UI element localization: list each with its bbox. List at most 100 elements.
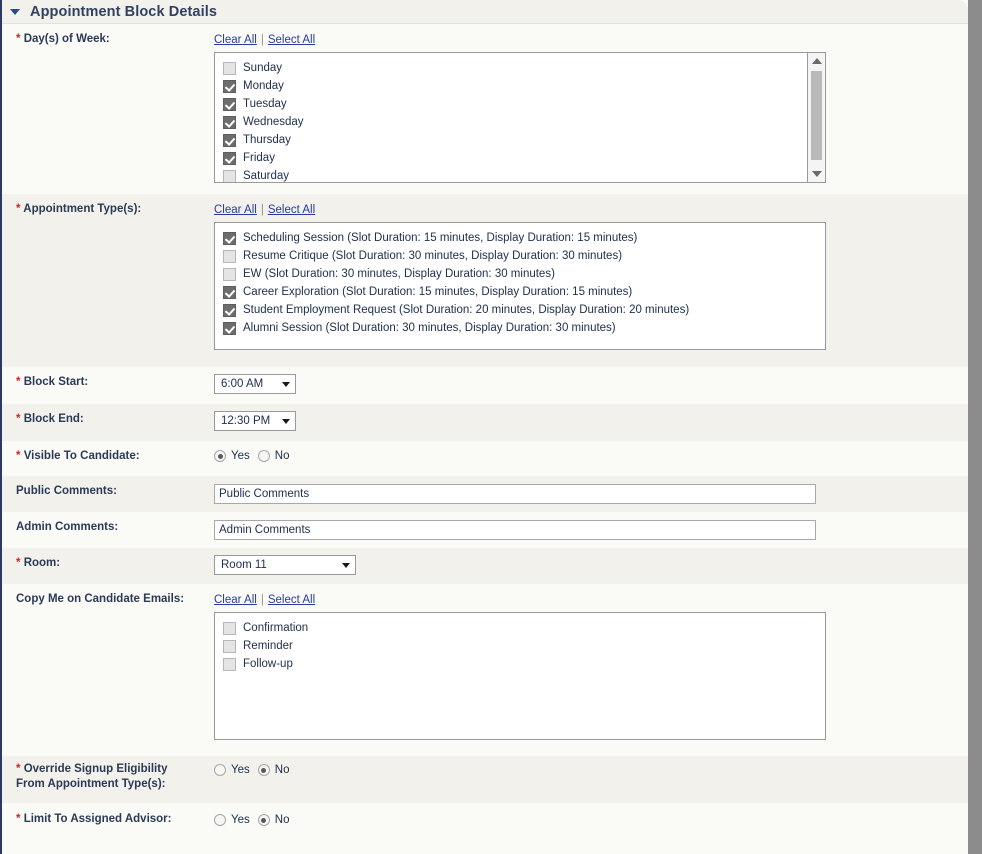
list-item[interactable]: Tuesday	[223, 95, 825, 113]
days-listbox-scrollbar[interactable]	[807, 53, 825, 182]
row-copy-me-emails: Copy Me on Candidate Emails: Clear All | S…	[2, 584, 968, 756]
link-separator: |	[260, 204, 264, 216]
list-item[interactable]: Follow-up	[223, 655, 825, 673]
visible-to-candidate-yes[interactable]: Yes	[214, 450, 250, 462]
checkbox-follow-up[interactable]	[223, 657, 236, 671]
room-value: Room 11	[221, 559, 267, 571]
row-room: * Room: Room 11	[2, 548, 968, 584]
required-marker: *	[16, 203, 21, 215]
links-appointment-types: Clear All | Select All	[214, 200, 968, 218]
admin-comments-input[interactable]	[214, 520, 816, 540]
list-item[interactable]: EW (Slot Duration: 30 minutes, Display D…	[223, 265, 825, 283]
label-limit-to-assigned-advisor: * Limit To Assigned Advisor:	[16, 813, 172, 825]
panel-header[interactable]: Appointment Block Details	[2, 0, 968, 24]
list-item[interactable]: Saturday	[223, 167, 825, 182]
limit-advisor-no[interactable]: No	[257, 814, 289, 826]
radio-icon[interactable]	[257, 764, 270, 776]
clear-all-types-link[interactable]: Clear All	[214, 204, 257, 216]
scroll-up-icon[interactable]	[812, 58, 822, 64]
scrollbar-thumb[interactable]	[811, 71, 822, 160]
checkbox-sunday[interactable]	[223, 61, 236, 75]
checkbox-resume-critique[interactable]	[223, 249, 236, 263]
row-visible-to-candidate: * Visible To Candidate: Yes No	[2, 441, 968, 476]
clear-all-days-link[interactable]: Clear All	[214, 34, 257, 46]
label-admin-comments: Admin Comments:	[16, 521, 119, 533]
checkbox-ew[interactable]	[223, 267, 236, 281]
required-marker: *	[16, 413, 21, 425]
checkbox-student-employment-request[interactable]	[223, 303, 236, 317]
chevron-down-icon	[342, 562, 350, 568]
required-marker: *	[16, 376, 21, 388]
checkbox-saturday[interactable]	[223, 169, 236, 182]
select-all-types-link[interactable]: Select All	[268, 204, 315, 216]
triangle-down-icon[interactable]	[10, 8, 20, 15]
visible-to-candidate-no[interactable]: No	[257, 450, 289, 462]
appointment-types-listbox[interactable]: Scheduling Session (Slot Duration: 15 mi…	[214, 222, 826, 350]
override-signup-radio-group: Yes No	[214, 764, 968, 776]
label-block-end: * Block End:	[16, 413, 84, 425]
checkbox-alumni-session[interactable]	[223, 321, 236, 335]
override-signup-no[interactable]: No	[257, 764, 289, 776]
clear-all-emails-link[interactable]: Clear All	[214, 594, 257, 606]
list-item[interactable]: Thursday	[223, 131, 825, 149]
block-end-select[interactable]: 12:30 PM	[214, 411, 296, 431]
checkbox-career-exploration[interactable]	[223, 285, 236, 299]
list-item[interactable]: Sunday	[223, 59, 825, 77]
links-copy-me-emails: Clear All | Select All	[214, 590, 968, 608]
label-copy-me-emails: Copy Me on Candidate Emails:	[16, 593, 185, 605]
row-public-comments: Public Comments:	[2, 476, 968, 512]
checkbox-thursday[interactable]	[223, 133, 236, 147]
checkbox-friday[interactable]	[223, 151, 236, 165]
label-public-comments: Public Comments:	[16, 485, 117, 497]
list-item[interactable]: Resume Critique (Slot Duration: 30 minut…	[223, 247, 825, 265]
checkbox-monday[interactable]	[223, 79, 236, 93]
label-override-signup-eligibility: * Override Signup Eligibility From Appoi…	[16, 763, 168, 790]
checkbox-reminder[interactable]	[223, 639, 236, 653]
checkbox-scheduling-session[interactable]	[223, 231, 236, 245]
link-separator: |	[260, 594, 264, 606]
links-days-of-week: Clear All | Select All	[214, 30, 968, 48]
scroll-down-icon[interactable]	[812, 171, 822, 177]
appointment-block-details-panel: Appointment Block Details * Day(s) of We…	[0, 0, 968, 854]
block-start-select[interactable]: 6:00 AM	[214, 374, 296, 394]
list-item[interactable]: Wednesday	[223, 113, 825, 131]
label-room: * Room:	[16, 557, 61, 569]
copy-me-emails-listbox[interactable]: Confirmation Reminder Follow-up	[214, 612, 826, 740]
checkbox-wednesday[interactable]	[223, 115, 236, 129]
limit-advisor-yes[interactable]: Yes	[214, 814, 250, 826]
list-item[interactable]: Friday	[223, 149, 825, 167]
list-item[interactable]: Alumni Session (Slot Duration: 30 minute…	[223, 319, 825, 337]
block-end-value: 12:30 PM	[221, 415, 271, 427]
row-admin-comments: Admin Comments:	[2, 512, 968, 548]
checkbox-confirmation[interactable]	[223, 621, 236, 635]
checkbox-tuesday[interactable]	[223, 97, 236, 111]
list-item[interactable]: Student Employment Request (Slot Duratio…	[223, 301, 825, 319]
row-block-start: * Block Start: 6:00 AM	[2, 367, 968, 404]
list-item[interactable]: Confirmation	[223, 619, 825, 637]
list-item[interactable]: Career Exploration (Slot Duration: 15 mi…	[223, 283, 825, 301]
row-appointment-types: * Appointment Type(s): Clear All | Select …	[2, 194, 968, 367]
radio-icon[interactable]	[257, 814, 270, 826]
row-block-end: * Block End: 12:30 PM	[2, 404, 968, 441]
chevron-down-icon	[282, 381, 290, 387]
select-all-emails-link[interactable]: Select All	[268, 594, 315, 606]
required-marker: *	[16, 557, 21, 569]
radio-icon[interactable]	[214, 764, 226, 776]
list-item[interactable]: Scheduling Session (Slot Duration: 15 mi…	[223, 229, 825, 247]
label-appointment-types: * Appointment Type(s):	[16, 203, 142, 215]
block-start-value: 6:00 AM	[221, 378, 264, 390]
radio-icon[interactable]	[257, 450, 270, 462]
public-comments-input[interactable]	[214, 484, 816, 504]
override-signup-yes[interactable]: Yes	[214, 764, 250, 776]
label-block-start: * Block Start:	[16, 376, 89, 388]
room-select[interactable]: Room 11	[214, 555, 356, 575]
select-all-days-link[interactable]: Select All	[268, 34, 315, 46]
list-item[interactable]: Monday	[223, 77, 825, 95]
page-title: Appointment Block Details	[30, 3, 217, 20]
required-marker: *	[16, 813, 21, 825]
label-days-of-week: * Day(s) of Week:	[16, 33, 110, 45]
list-item[interactable]: Reminder	[223, 637, 825, 655]
radio-icon[interactable]	[214, 450, 226, 462]
radio-icon[interactable]	[214, 814, 226, 826]
days-of-week-listbox[interactable]: Sunday Monday Tuesday Wednesday Thursday…	[214, 52, 826, 183]
